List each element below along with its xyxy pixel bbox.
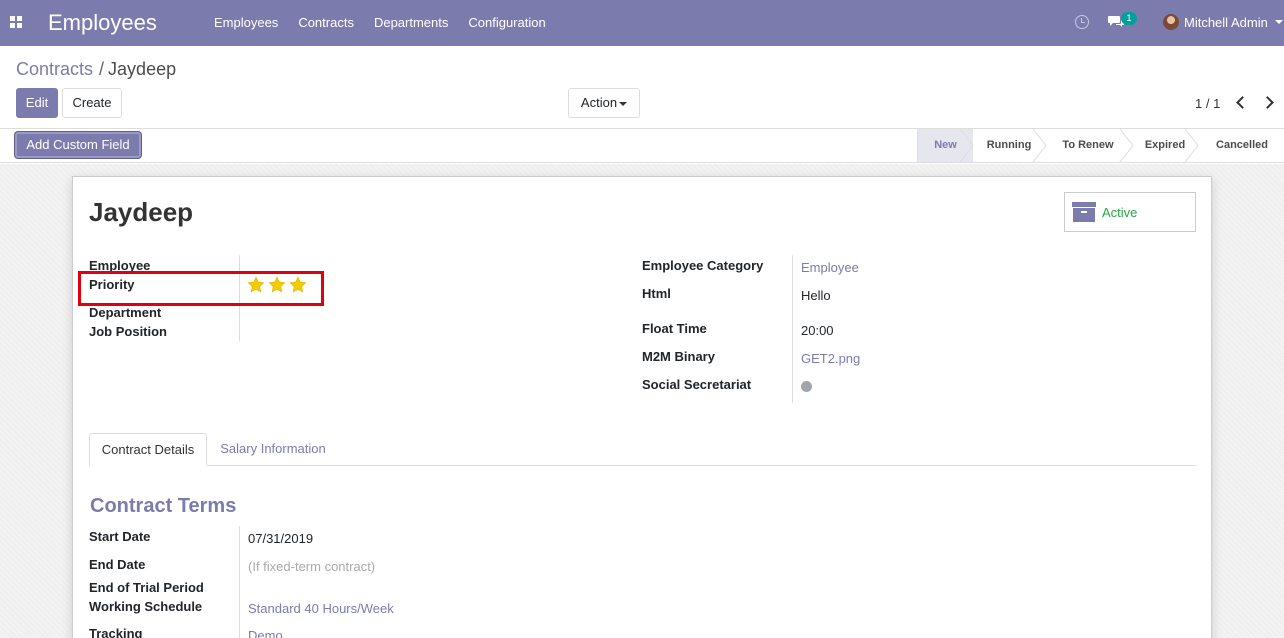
- add-custom-field-button[interactable]: Add Custom Field: [15, 132, 141, 158]
- archive-icon: [1072, 202, 1096, 222]
- top-navbar: Employees Employees Contracts Department…: [0, 0, 1284, 46]
- trial-period-label: End of Trial Period: [89, 580, 204, 595]
- tab-salary-information[interactable]: Salary Information: [208, 433, 338, 466]
- department-label: Department: [89, 305, 162, 320]
- active-toggle-button[interactable]: Active: [1064, 192, 1196, 232]
- pager-value[interactable]: 1 / 1: [1195, 96, 1220, 111]
- top-menu: Employees Contracts Departments Configur…: [204, 0, 556, 46]
- avatar[interactable]: [1163, 14, 1179, 30]
- edit-button[interactable]: Edit: [16, 88, 58, 118]
- chevron-left-icon[interactable]: [1236, 96, 1249, 109]
- breadcrumb-contracts[interactable]: Contracts: [16, 59, 93, 79]
- start-date-label: Start Date: [89, 529, 151, 544]
- float-time-label: Float Time: [642, 321, 707, 336]
- breadcrumb-separator: /: [99, 59, 105, 79]
- tab-contract-details[interactable]: Contract Details: [89, 433, 207, 466]
- caret-down-icon: [619, 102, 627, 106]
- working-schedule-label: Working Schedule: [89, 599, 203, 614]
- create-button[interactable]: Create: [62, 88, 122, 118]
- m2m-binary-value[interactable]: GET2.png: [801, 351, 860, 366]
- menu-contracts[interactable]: Contracts: [288, 0, 364, 46]
- status-row: Add Custom Field New Running To Renew Ex…: [0, 128, 1284, 163]
- end-date-placeholder[interactable]: (If fixed-term contract): [248, 559, 375, 574]
- form-sheet: [72, 176, 1212, 638]
- html-value: Hello: [801, 288, 831, 303]
- record-title: Jaydeep: [89, 197, 194, 227]
- active-label: Active: [1102, 205, 1138, 220]
- stage-separators: [960, 129, 1199, 162]
- section-title: Contract Terms: [90, 495, 237, 517]
- job-position-label: Job Position: [89, 324, 167, 339]
- menu-departments[interactable]: Departments: [364, 0, 458, 46]
- user-name[interactable]: Mitchell Admin: [1184, 15, 1268, 30]
- status-dot[interactable]: [801, 381, 812, 392]
- social-secretariat-label: Social Secretariat: [642, 377, 752, 392]
- priority-highlight-box: [78, 271, 324, 306]
- m2m-binary-label: M2M Binary: [642, 349, 715, 364]
- app-name[interactable]: Employees: [48, 10, 157, 36]
- menu-configuration[interactable]: Configuration: [458, 0, 555, 46]
- apps-icon[interactable]: [10, 16, 22, 28]
- employee-category-label: Employee Category: [642, 258, 764, 273]
- employee-category-value[interactable]: Employee: [801, 260, 859, 275]
- menu-employees[interactable]: Employees: [204, 0, 288, 46]
- breadcrumb-current: Jaydeep: [108, 59, 177, 79]
- breadcrumb: Contracts / Jaydeep: [16, 59, 176, 79]
- tracking-label: Tracking: [89, 626, 143, 638]
- tracking-value[interactable]: Demo: [248, 628, 283, 638]
- action-dropdown[interactable]: Action: [568, 88, 640, 118]
- chevron-down-icon[interactable]: [1275, 20, 1283, 24]
- float-time-value: 20:00: [801, 323, 834, 338]
- working-schedule-value[interactable]: Standard 40 Hours/Week: [248, 601, 394, 616]
- start-date-value[interactable]: 07/31/2019: [248, 531, 313, 546]
- field-divider: [239, 526, 240, 638]
- html-label: Html: [642, 286, 671, 301]
- chevron-right-icon[interactable]: [1261, 96, 1274, 109]
- action-label: Action: [580, 95, 618, 110]
- clock-icon[interactable]: [1075, 15, 1089, 29]
- field-divider: [792, 255, 793, 403]
- end-date-label: End Date: [89, 557, 146, 572]
- chat-count-badge: 1: [1121, 12, 1137, 25]
